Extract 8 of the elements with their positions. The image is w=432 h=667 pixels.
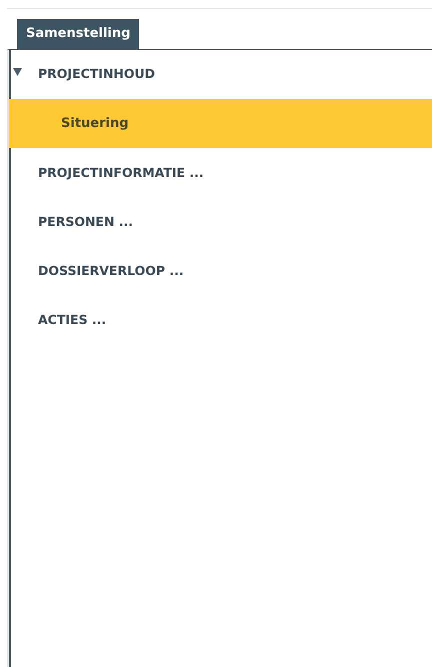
tree-item[interactable]: DOSSIERVERLOOP ... [9,246,432,295]
tab[interactable]: Samenstelling [17,19,140,49]
expand-arrow-icon[interactable] [13,67,22,76]
tree-item[interactable]: ACTIES ... [9,295,432,344]
tree-item[interactable]: PROJECTINFORMATIE ... [9,148,432,197]
tree-item[interactable]: Situering [9,99,432,148]
tree-item[interactable]: PERSONEN ... [9,197,432,246]
tree-item[interactable]: PROJECTINHOUD [9,49,432,99]
